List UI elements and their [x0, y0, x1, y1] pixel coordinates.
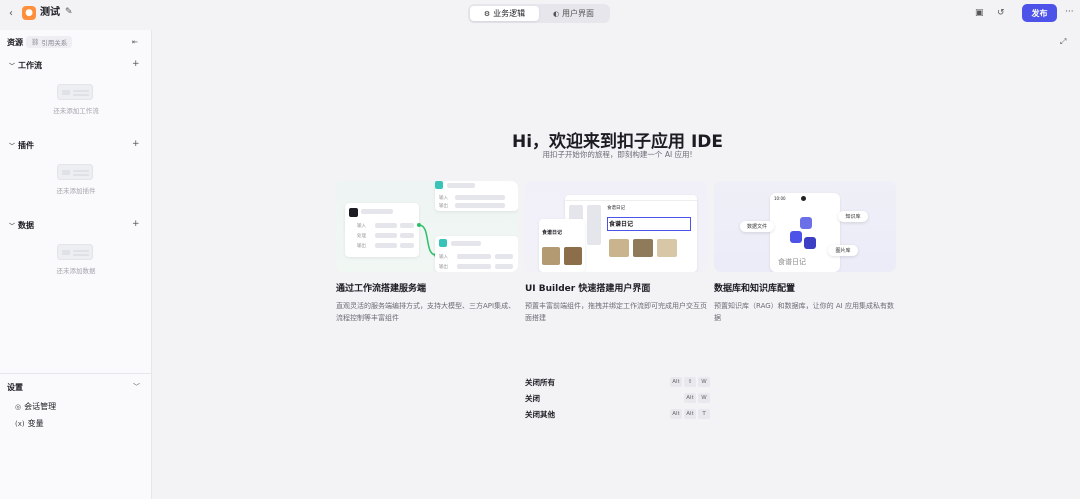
knowledge-icon: [790, 231, 802, 243]
view-switcher: ⚙ 业务逻辑 ◐ 用户界面: [468, 4, 610, 23]
settings-item-conversation[interactable]: ◎ 会话管理: [15, 401, 56, 412]
key: T: [698, 409, 710, 419]
card-ui-builder[interactable]: 食谱日记 食谱日记 食谱日记 UI Builder 快速搭建用户界面 预置丰富前…: [525, 181, 707, 324]
illus-phone: 10:00 食谱日记: [770, 193, 840, 272]
top-bar: ‹ ● 测试 ✎ ⚙ 业务逻辑 ◐ 用户界面 ▣ ↺ 发布 ···: [0, 0, 1080, 28]
keyboard-shortcuts: 关闭所有 Alt ⇧ W 关闭 Alt W 关闭其他 Alt Alt T: [525, 374, 710, 422]
edit-icon[interactable]: ✎: [65, 7, 73, 17]
shortcut-keys: Alt Alt T: [670, 409, 710, 419]
key: W: [698, 377, 710, 387]
empty-state-illustration: [57, 84, 93, 100]
reference-label: 引用关系: [41, 39, 68, 47]
tab-business-logic[interactable]: ⚙ 业务逻辑: [470, 6, 539, 21]
section-header-plugin[interactable]: ﹀ 插件: [9, 140, 34, 151]
key: Alt: [684, 409, 696, 419]
shortcut-label: 关闭所有: [525, 377, 555, 387]
illus-text: 图片库: [828, 245, 858, 256]
section-title: 工作流: [18, 61, 43, 70]
tab-label: 业务逻辑: [493, 9, 526, 18]
project-name: 测试: [40, 7, 60, 18]
chevron-down-icon: ﹀: [9, 143, 16, 150]
add-workflow-icon[interactable]: +: [132, 59, 140, 69]
card-database[interactable]: 10:00 食谱日记 数据文件 知识库 图片库 数据库和知识库配置 预置知识库（…: [714, 181, 896, 324]
empty-text: 还未添加数据: [56, 267, 96, 275]
database-illustration: 10:00 食谱日记 数据文件 知识库 图片库: [714, 181, 896, 272]
add-data-icon[interactable]: +: [132, 219, 140, 229]
main-welcome-panel: ⤢ Hi，欢迎来到扣子应用 IDE 用扣子开始你的旅程，即刻构建一个 AI 应用…: [155, 30, 1080, 499]
illus-text: 食谱日记: [542, 230, 563, 236]
settings-title[interactable]: 设置: [7, 382, 23, 393]
reference-relation-button[interactable]: ⛓ 引用关系: [26, 36, 73, 48]
bot-avatar-icon: ●: [22, 6, 36, 20]
shortcut-label: 关闭其他: [525, 409, 555, 419]
history-icon[interactable]: ↺: [997, 8, 1005, 18]
key: Alt: [684, 393, 696, 403]
section-title: 插件: [18, 141, 35, 150]
resource-sidebar: 资源 ⛓ 引用关系 ⇤ ﹀ 工作流 + 还未添加工作流 ﹀ 插件 + 还未添加插…: [0, 30, 152, 499]
card-description: 预置丰富前端组件，拖拽并绑定工作流即可完成用户交互页面搭建: [525, 302, 707, 322]
settings-item-label: 变量: [27, 419, 44, 428]
chat-icon: ◎: [15, 402, 22, 411]
empty-state-illustration: [57, 244, 93, 260]
illus-text: 知识库: [838, 211, 868, 222]
illus-text: 数据文件: [740, 221, 774, 232]
illus-text: 食谱日记: [607, 206, 625, 211]
illus-node: 输入 输出: [435, 236, 518, 272]
empty-text: 还未添加工作流: [53, 107, 99, 115]
key: W: [698, 393, 710, 403]
empty-state-illustration: [57, 164, 93, 180]
card-title: 通过工作流搭建服务端: [336, 284, 427, 294]
link-icon: ⛓: [31, 38, 40, 46]
illus-text: 输出: [439, 265, 448, 270]
publish-button[interactable]: 发布: [1022, 4, 1057, 22]
add-plugin-icon[interactable]: +: [132, 139, 140, 149]
preview-icon[interactable]: ▣: [975, 8, 984, 18]
shortcut-keys: Alt W: [684, 393, 710, 403]
resources-title: 资源: [7, 38, 23, 47]
chevron-left-icon[interactable]: ‹: [4, 6, 18, 20]
expand-icon[interactable]: ⤢: [1060, 37, 1066, 47]
shortcut-label: 关闭: [525, 393, 540, 403]
shortcut-row: 关闭其他 Alt Alt T: [525, 406, 710, 422]
card-description: 直观灵活的服务端编排方式，支持大模型、三方API集成、流程控制等丰富组件: [336, 302, 516, 322]
variable-icon: (x): [15, 419, 25, 428]
database-icon: [800, 217, 812, 229]
chevron-down-icon[interactable]: ﹀: [133, 382, 140, 392]
key: Alt: [670, 377, 682, 387]
section-header-workflow[interactable]: ﹀ 工作流: [9, 60, 42, 71]
workflow-icon: ⚙: [483, 9, 491, 18]
illus-text: 食谱日记: [609, 221, 634, 228]
card-workflow[interactable]: 输入 输出 输入 处理 输出 输入 输出 通过工作流搭建服务端 直观灵活的服务端…: [336, 181, 518, 324]
card-title: UI Builder 快速搭建用户界面: [525, 284, 651, 294]
settings-item-variable[interactable]: (x) 变量: [15, 418, 44, 429]
collapse-sidebar-icon[interactable]: ⇤: [132, 38, 138, 46]
shortcut-row: 关闭所有 Alt ⇧ W: [525, 374, 710, 390]
tab-label: 用户界面: [562, 9, 595, 18]
section-title: 数据: [18, 221, 35, 230]
chevron-down-icon: ﹀: [9, 223, 16, 230]
shortcut-row: 关闭 Alt W: [525, 390, 710, 406]
key: ⇧: [684, 377, 696, 387]
empty-text: 还未添加插件: [56, 187, 96, 195]
card-title: 数据库和知识库配置: [714, 284, 796, 294]
more-icon[interactable]: ···: [1065, 7, 1074, 17]
illus-text: 输入: [439, 255, 448, 260]
chevron-down-icon: ﹀: [9, 63, 16, 70]
shortcut-keys: Alt ⇧ W: [670, 377, 710, 387]
image-icon: [804, 237, 816, 249]
ui-builder-illustration: 食谱日记 食谱日记 食谱日记: [525, 181, 707, 272]
workflow-illustration: 输入 输出 输入 处理 输出 输入 输出: [336, 181, 518, 272]
tab-user-interface[interactable]: ◐ 用户界面: [539, 6, 608, 21]
section-header-data[interactable]: ﹀ 数据: [9, 220, 34, 231]
welcome-subtitle: 用扣子开始你的旅程，即刻构建一个 AI 应用!: [542, 150, 693, 159]
settings-section: 设置 ﹀ ◎ 会话管理 (x) 变量: [0, 373, 152, 428]
settings-item-label: 会话管理: [24, 402, 57, 411]
illus-text: 10:00: [774, 196, 786, 201]
key: Alt: [670, 409, 682, 419]
illus-phone: 食谱日记: [539, 219, 585, 272]
card-description: 预置知识库（RAG）和数据库，让你的 AI 应用集成私有数据: [714, 302, 894, 322]
palette-icon: ◐: [552, 9, 560, 18]
illus-text: 食谱日记: [778, 258, 806, 266]
